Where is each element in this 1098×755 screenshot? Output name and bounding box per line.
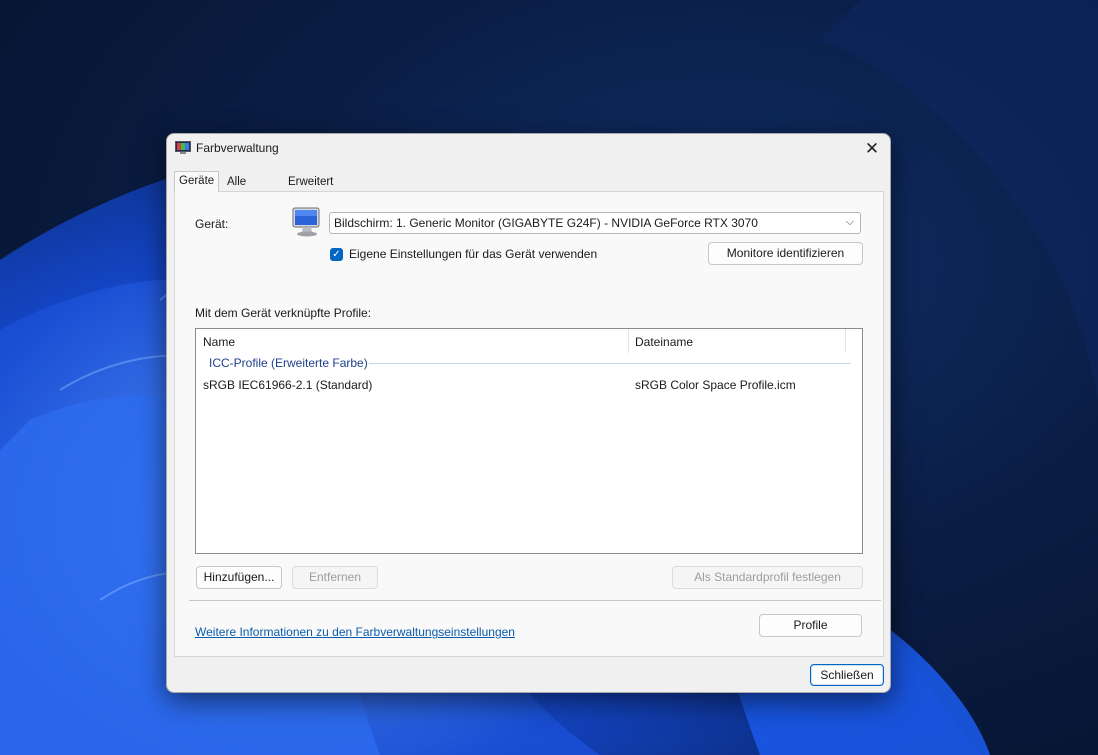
device-select-value: Bildschirm: 1. Generic Monitor (GIGABYTE… xyxy=(334,216,758,230)
profiles-button[interactable]: Profile xyxy=(759,614,862,637)
add-profile-button[interactable]: Hinzufügen... xyxy=(196,566,282,589)
more-info-link[interactable]: Weitere Informationen zu den Farbverwalt… xyxy=(195,625,515,639)
column-separator[interactable] xyxy=(845,329,846,353)
use-own-settings-label: Eigene Einstellungen für das Gerät verwe… xyxy=(349,247,598,261)
column-header-name[interactable]: Name xyxy=(203,335,235,349)
profile-file-cell[interactable]: sRGB Color Space Profile.icm xyxy=(635,378,796,392)
associated-profiles-label: Mit dem Gerät verknüpfte Profile: xyxy=(195,306,372,320)
column-separator[interactable] xyxy=(628,329,629,353)
tab-all-profiles[interactable]: Alle Profile xyxy=(225,174,262,205)
device-label: Gerät: xyxy=(195,217,229,231)
chevron-down-icon: ⌵ xyxy=(845,216,854,228)
title-bar[interactable]: Farbverwaltung ✕ xyxy=(167,134,890,164)
color-management-icon xyxy=(175,141,191,154)
panel-divider xyxy=(189,600,881,601)
column-header-filename[interactable]: Dateiname xyxy=(635,335,693,349)
remove-profile-button[interactable]: Entfernen xyxy=(292,566,378,589)
close-button[interactable]: Schließen xyxy=(810,664,884,686)
group-divider xyxy=(369,363,851,364)
color-management-dialog: Farbverwaltung ✕ Geräte Alle Profile Erw… xyxy=(166,133,891,693)
tab-advanced[interactable]: Erweitert xyxy=(286,174,335,191)
close-icon[interactable]: ✕ xyxy=(860,138,884,160)
group-header-icc[interactable]: ICC-Profile (Erweiterte Farbe) xyxy=(209,356,368,370)
devices-panel: Gerät: Bildschirm: 1. Generic Monitor (G… xyxy=(174,191,884,657)
profiles-list[interactable]: Name Dateiname ICC-Profile (Erweiterte F… xyxy=(195,328,863,554)
monitor-icon xyxy=(292,207,320,237)
identify-monitors-button[interactable]: Monitore identifizieren xyxy=(708,242,863,265)
window-title: Farbverwaltung xyxy=(196,141,279,155)
set-default-profile-button[interactable]: Als Standardprofil festlegen xyxy=(672,566,863,589)
tab-devices[interactable]: Geräte xyxy=(174,171,220,192)
device-select[interactable]: Bildschirm: 1. Generic Monitor (GIGABYTE… xyxy=(329,212,861,234)
use-own-settings-checkbox[interactable]: ✓ xyxy=(330,248,343,261)
profile-name-cell[interactable]: sRGB IEC61966-2.1 (Standard) xyxy=(203,378,372,392)
